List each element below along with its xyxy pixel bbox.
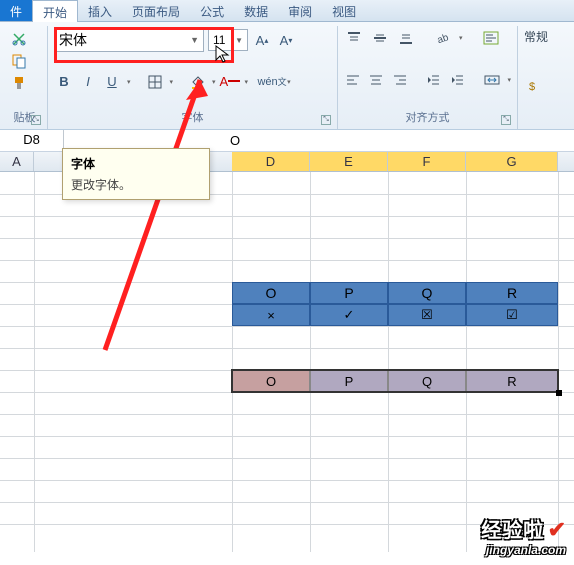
table-cell[interactable]: P [310, 282, 388, 304]
tab-data[interactable]: 数据 [234, 0, 278, 21]
wrap-text-button[interactable] [481, 28, 501, 48]
align-top-button[interactable] [344, 28, 364, 48]
tab-review[interactable]: 审阅 [278, 0, 322, 21]
font-color-button[interactable]: A [220, 72, 240, 92]
name-box[interactable]: D8 [0, 130, 64, 151]
group-label-alignment: 对齐方式 ⤡ [344, 107, 511, 127]
tab-view[interactable]: 视图 [322, 0, 366, 21]
align-left-button[interactable] [344, 70, 362, 90]
alignment-expand-icon[interactable]: ⤡ [501, 115, 511, 125]
group-label-font: 字体 ⤡ [54, 107, 331, 127]
watermark: 经验啦 ✔ jingyanla.com [481, 514, 566, 557]
bucket-icon [190, 75, 204, 89]
currency-button[interactable]: $ [524, 76, 544, 96]
decrease-indent-button[interactable] [424, 70, 442, 90]
column-header[interactable]: D [232, 152, 310, 171]
align-bottom-button[interactable] [396, 28, 416, 48]
tab-home[interactable]: 开始 [32, 0, 78, 22]
align-center-button[interactable] [368, 70, 386, 90]
italic-button[interactable]: I [78, 72, 98, 92]
grow-font-button[interactable]: A▴ [252, 30, 272, 50]
svg-text:$: $ [529, 81, 535, 93]
table-cell[interactable]: R [466, 282, 558, 304]
scissors-icon [11, 31, 27, 47]
font-expand-icon[interactable]: ⤡ [321, 115, 331, 125]
clipboard-expand-icon[interactable]: ⤡ [31, 115, 41, 125]
selected-cell[interactable]: Q [388, 370, 466, 392]
table-cell[interactable]: ✓ [310, 304, 388, 326]
font-size-combobox[interactable]: 11 ▼ [208, 29, 248, 51]
column-header[interactable]: A [0, 152, 34, 171]
table-cell[interactable]: ☒ [388, 304, 466, 326]
watermark-text: 经验啦 [481, 514, 544, 543]
cut-button[interactable] [8, 28, 30, 50]
paintbrush-icon [11, 75, 27, 91]
fill-handle[interactable] [556, 390, 562, 396]
tab-formulas[interactable]: 公式 [190, 0, 234, 21]
bold-button[interactable]: B [54, 72, 74, 92]
watermark-url: jingyanla.com [481, 543, 566, 557]
copy-button[interactable] [8, 50, 30, 72]
chevron-down-icon: ▼ [235, 36, 243, 45]
selected-cell[interactable]: O [232, 370, 310, 392]
group-label-clipboard: 贴板 ⤡ [8, 107, 41, 127]
phonetic-guide-button[interactable]: wén文 [262, 72, 282, 92]
font-name-combobox[interactable]: 宋体 ▼ [54, 28, 204, 52]
table-cell[interactable]: ☑ [466, 304, 558, 326]
table-cell[interactable]: O [232, 282, 310, 304]
column-header[interactable]: E [310, 152, 388, 171]
column-header[interactable]: F [388, 152, 466, 171]
increase-indent-button[interactable] [448, 70, 466, 90]
copy-icon [11, 53, 27, 69]
shrink-font-button[interactable]: A▾ [276, 30, 296, 50]
tooltip-body: 更改字体。 [71, 176, 201, 193]
border-icon [148, 75, 162, 89]
fill-color-button[interactable] [187, 72, 207, 92]
selected-cell[interactable]: R [466, 370, 558, 392]
align-middle-button[interactable] [370, 28, 390, 48]
tab-insert[interactable]: 插入 [78, 0, 122, 21]
orientation-button[interactable]: ab [432, 28, 452, 48]
column-header[interactable]: G [466, 152, 558, 171]
spreadsheet-grid[interactable]: O P Q R × ✓ ☒ ☑ O P Q R [0, 172, 574, 552]
formula-value: O [230, 133, 240, 148]
chevron-down-icon: ▼ [190, 35, 199, 45]
selected-cell[interactable]: P [310, 370, 388, 392]
format-painter-button[interactable] [8, 72, 30, 94]
tooltip-font: 字体 更改字体。 [62, 148, 210, 200]
font-size-value: 11 [213, 33, 225, 47]
svg-text:ab: ab [436, 32, 449, 45]
table-cell[interactable]: × [232, 304, 310, 326]
tab-page-layout[interactable]: 页面布局 [122, 0, 190, 21]
align-right-button[interactable] [391, 70, 409, 90]
underline-button[interactable]: U [102, 72, 122, 92]
tab-file[interactable]: 件 [0, 0, 32, 21]
borders-button[interactable] [145, 72, 165, 92]
merge-center-button[interactable] [483, 70, 501, 90]
tooltip-title: 字体 [71, 155, 201, 172]
table-cell[interactable]: Q [388, 282, 466, 304]
check-icon: ✔ [548, 517, 566, 542]
number-format-label: 常规 [524, 28, 548, 45]
font-name-value: 宋体 [59, 30, 87, 50]
